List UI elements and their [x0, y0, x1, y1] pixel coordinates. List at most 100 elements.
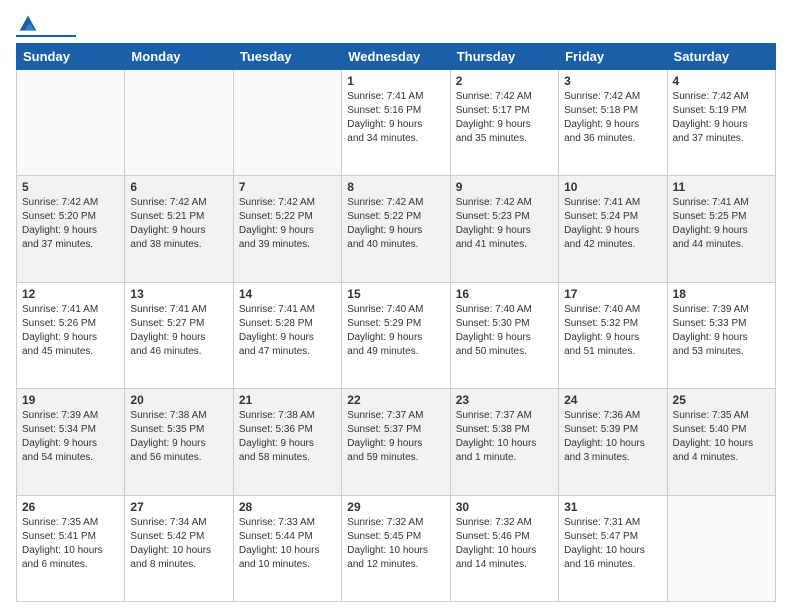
weekday-header-row: SundayMondayTuesdayWednesdayThursdayFrid… — [17, 44, 776, 70]
calendar-table: SundayMondayTuesdayWednesdayThursdayFrid… — [16, 43, 776, 602]
day-number: 5 — [22, 180, 119, 194]
week-row-5: 26 Sunrise: 7:35 AM Sunset: 5:41 PM Dayli… — [17, 495, 776, 601]
calendar-cell: 17 Sunrise: 7:40 AM Sunset: 5:32 PM Dayli… — [559, 282, 667, 388]
calendar-cell: 9 Sunrise: 7:42 AM Sunset: 5:23 PM Daylig… — [450, 176, 558, 282]
day-number: 26 — [22, 500, 119, 514]
day-info: Sunrise: 7:39 AM Sunset: 5:33 PM Dayligh… — [673, 303, 770, 359]
day-number: 2 — [456, 74, 553, 88]
calendar-cell: 13Sunrise: 7:41 AM Sunset: 5:27 PM Dayli… — [125, 282, 233, 388]
logo — [16, 14, 76, 37]
day-info: Sunrise: 7:35 AM Sunset: 5:40 PM Dayligh… — [673, 409, 770, 465]
day-info: Sunrise: 7:42 AM Sunset: 5:18 PM Dayligh… — [564, 90, 661, 146]
calendar-cell: 20 Sunrise: 7:38 AM Sunset: 5:35 PM Dayli… — [125, 389, 233, 495]
day-info: Sunrise: 7:42 AM Sunset: 5:19 PM Dayligh… — [673, 90, 770, 146]
day-info: Sunrise: 7:38 AM Sunset: 5:36 PM Dayligh… — [239, 409, 336, 465]
calendar-cell: 23 Sunrise: 7:37 AM Sunset: 5:38 PM Dayli… — [450, 389, 558, 495]
weekday-header-tuesday: Tuesday — [233, 44, 341, 70]
logo-underline — [16, 35, 76, 37]
calendar-cell — [667, 495, 775, 601]
day-number: 10 — [564, 180, 661, 194]
day-info: Sunrise: 7:41 AM Sunset: 5:26 PM Dayligh… — [22, 303, 119, 359]
day-number: 27 — [130, 500, 227, 514]
day-number: 1 — [347, 74, 444, 88]
day-info: Sunrise: 7:42 AM Sunset: 5:17 PM Dayligh… — [456, 90, 553, 146]
calendar-cell: 31Sunrise: 7:31 AM Sunset: 5:47 PM Dayli… — [559, 495, 667, 601]
calendar-cell: 27 Sunrise: 7:34 AM Sunset: 5:42 PM Dayli… — [125, 495, 233, 601]
day-number: 19 — [22, 393, 119, 407]
calendar-cell: 28 Sunrise: 7:33 AM Sunset: 5:44 PM Dayli… — [233, 495, 341, 601]
day-info: Sunrise: 7:40 AM Sunset: 5:29 PM Dayligh… — [347, 303, 444, 359]
calendar-cell: 30 Sunrise: 7:32 AM Sunset: 5:46 PM Dayli… — [450, 495, 558, 601]
day-info: Sunrise: 7:42 AM Sunset: 5:23 PM Dayligh… — [456, 196, 553, 252]
calendar-cell — [233, 70, 341, 176]
day-number: 11 — [673, 180, 770, 194]
day-info: Sunrise: 7:40 AM Sunset: 5:32 PM Dayligh… — [564, 303, 661, 359]
day-number: 20 — [130, 393, 227, 407]
day-info: Sunrise: 7:33 AM Sunset: 5:44 PM Dayligh… — [239, 516, 336, 572]
day-info: Sunrise: 7:41 AM Sunset: 5:28 PM Dayligh… — [239, 303, 336, 359]
day-number: 9 — [456, 180, 553, 194]
calendar-cell: 4 Sunrise: 7:42 AM Sunset: 5:19 PM Daylig… — [667, 70, 775, 176]
day-info: Sunrise: 7:38 AM Sunset: 5:35 PM Dayligh… — [130, 409, 227, 465]
calendar-cell: 29Sunrise: 7:32 AM Sunset: 5:45 PM Dayli… — [342, 495, 450, 601]
day-number: 30 — [456, 500, 553, 514]
day-number: 3 — [564, 74, 661, 88]
day-info: Sunrise: 7:42 AM Sunset: 5:22 PM Dayligh… — [239, 196, 336, 252]
calendar-cell: 26 Sunrise: 7:35 AM Sunset: 5:41 PM Dayli… — [17, 495, 125, 601]
day-info: Sunrise: 7:41 AM Sunset: 5:24 PM Dayligh… — [564, 196, 661, 252]
day-info: Sunrise: 7:32 AM Sunset: 5:45 PM Dayligh… — [347, 516, 444, 572]
day-info: Sunrise: 7:36 AM Sunset: 5:39 PM Dayligh… — [564, 409, 661, 465]
weekday-header-friday: Friday — [559, 44, 667, 70]
calendar-cell: 24Sunrise: 7:36 AM Sunset: 5:39 PM Dayli… — [559, 389, 667, 495]
day-info: Sunrise: 7:40 AM Sunset: 5:30 PM Dayligh… — [456, 303, 553, 359]
day-number: 4 — [673, 74, 770, 88]
day-info: Sunrise: 7:39 AM Sunset: 5:34 PM Dayligh… — [22, 409, 119, 465]
logo-icon — [18, 14, 38, 34]
day-number: 22 — [347, 393, 444, 407]
calendar-cell — [17, 70, 125, 176]
calendar-cell — [125, 70, 233, 176]
calendar-cell: 6Sunrise: 7:42 AM Sunset: 5:21 PM Daylig… — [125, 176, 233, 282]
calendar-cell: 1 Sunrise: 7:41 AM Sunset: 5:16 PM Daylig… — [342, 70, 450, 176]
day-number: 23 — [456, 393, 553, 407]
calendar-cell: 14Sunrise: 7:41 AM Sunset: 5:28 PM Dayli… — [233, 282, 341, 388]
calendar-cell: 8 Sunrise: 7:42 AM Sunset: 5:22 PM Daylig… — [342, 176, 450, 282]
day-number: 13 — [130, 287, 227, 301]
day-number: 21 — [239, 393, 336, 407]
calendar-cell: 21 Sunrise: 7:38 AM Sunset: 5:36 PM Dayli… — [233, 389, 341, 495]
calendar-cell: 10 Sunrise: 7:41 AM Sunset: 5:24 PM Dayli… — [559, 176, 667, 282]
week-row-2: 5 Sunrise: 7:42 AM Sunset: 5:20 PM Daylig… — [17, 176, 776, 282]
header — [16, 10, 776, 37]
day-number: 17 — [564, 287, 661, 301]
calendar-cell: 12 Sunrise: 7:41 AM Sunset: 5:26 PM Dayli… — [17, 282, 125, 388]
week-row-1: 1 Sunrise: 7:41 AM Sunset: 5:16 PM Daylig… — [17, 70, 776, 176]
calendar-cell: 11 Sunrise: 7:41 AM Sunset: 5:25 PM Dayli… — [667, 176, 775, 282]
day-info: Sunrise: 7:32 AM Sunset: 5:46 PM Dayligh… — [456, 516, 553, 572]
weekday-header-monday: Monday — [125, 44, 233, 70]
week-row-4: 19 Sunrise: 7:39 AM Sunset: 5:34 PM Dayli… — [17, 389, 776, 495]
day-number: 31 — [564, 500, 661, 514]
weekday-header-sunday: Sunday — [17, 44, 125, 70]
day-info: Sunrise: 7:42 AM Sunset: 5:20 PM Dayligh… — [22, 196, 119, 252]
week-row-3: 12 Sunrise: 7:41 AM Sunset: 5:26 PM Dayli… — [17, 282, 776, 388]
day-number: 25 — [673, 393, 770, 407]
day-info: Sunrise: 7:37 AM Sunset: 5:38 PM Dayligh… — [456, 409, 553, 465]
day-info: Sunrise: 7:35 AM Sunset: 5:41 PM Dayligh… — [22, 516, 119, 572]
day-info: Sunrise: 7:41 AM Sunset: 5:25 PM Dayligh… — [673, 196, 770, 252]
calendar-cell: 25 Sunrise: 7:35 AM Sunset: 5:40 PM Dayli… — [667, 389, 775, 495]
day-info: Sunrise: 7:41 AM Sunset: 5:16 PM Dayligh… — [347, 90, 444, 146]
calendar-cell: 3 Sunrise: 7:42 AM Sunset: 5:18 PM Daylig… — [559, 70, 667, 176]
day-info: Sunrise: 7:42 AM Sunset: 5:22 PM Dayligh… — [347, 196, 444, 252]
calendar-cell: 22Sunrise: 7:37 AM Sunset: 5:37 PM Dayli… — [342, 389, 450, 495]
day-number: 12 — [22, 287, 119, 301]
day-info: Sunrise: 7:34 AM Sunset: 5:42 PM Dayligh… — [130, 516, 227, 572]
day-number: 8 — [347, 180, 444, 194]
day-number: 28 — [239, 500, 336, 514]
weekday-header-saturday: Saturday — [667, 44, 775, 70]
page: SundayMondayTuesdayWednesdayThursdayFrid… — [0, 0, 792, 612]
weekday-header-wednesday: Wednesday — [342, 44, 450, 70]
calendar-cell: 16Sunrise: 7:40 AM Sunset: 5:30 PM Dayli… — [450, 282, 558, 388]
calendar-cell: 2 Sunrise: 7:42 AM Sunset: 5:17 PM Daylig… — [450, 70, 558, 176]
day-info: Sunrise: 7:42 AM Sunset: 5:21 PM Dayligh… — [130, 196, 227, 252]
calendar-cell: 5 Sunrise: 7:42 AM Sunset: 5:20 PM Daylig… — [17, 176, 125, 282]
